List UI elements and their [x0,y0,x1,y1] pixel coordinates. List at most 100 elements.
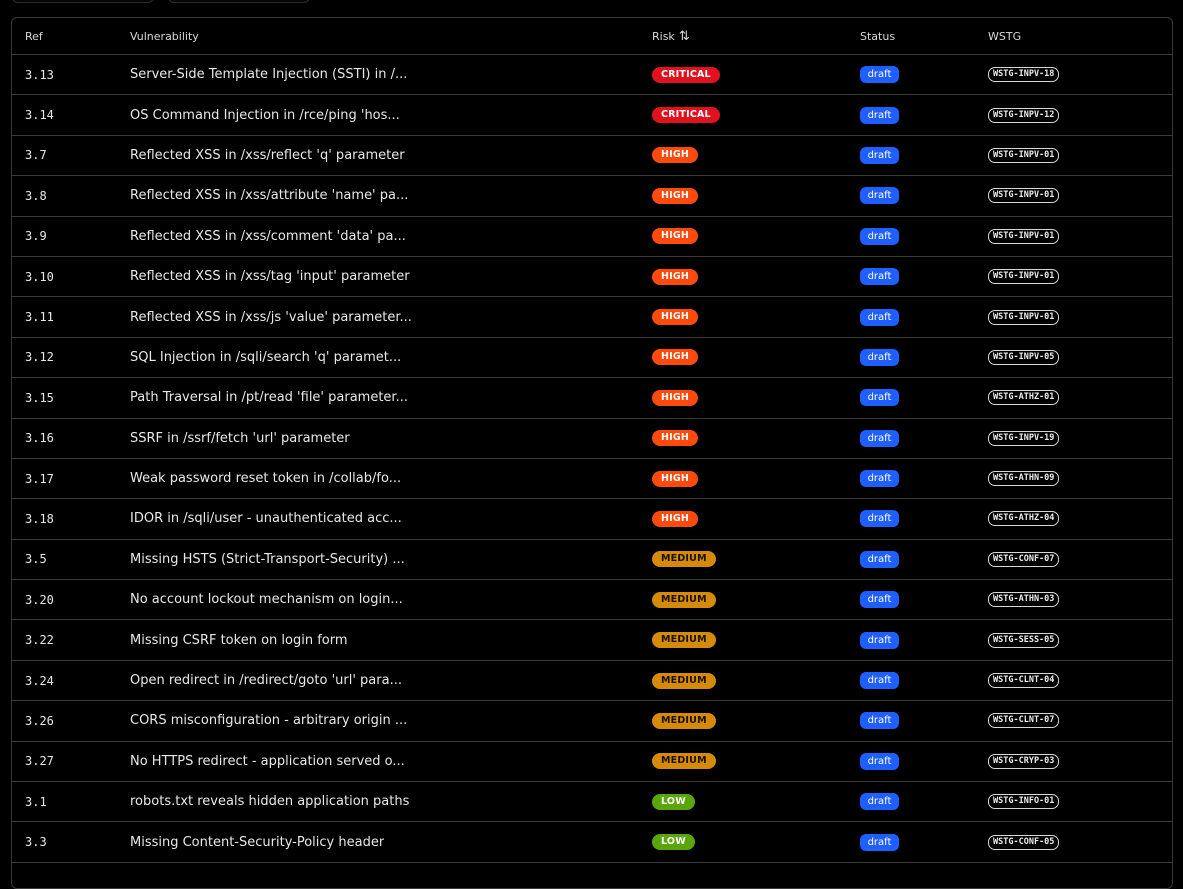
top-toolbar [12,0,310,4]
risk-badge: HIGH [652,268,699,285]
cell-vulnerability: No account lockout mechanism on login... [130,592,403,608]
cell-ref: 3.15 [25,390,54,405]
table-row[interactable]: 3.26 CORS misconfiguration - arbitrary or… [12,701,1172,742]
status-badge: draft [860,833,899,851]
cell-risk: HIGH [652,510,699,527]
table-row[interactable]: 3.7 Reflected XSS in /xss/reflect 'q' par… [12,136,1172,177]
table-row[interactable]: 3.15 Path Traversal in /pt/read 'file' pa… [12,378,1172,419]
cell-wstg: WSTG-INPV-12 [988,107,1060,123]
status-badge: draft [860,348,899,366]
table-row[interactable]: 3.12 SQL Injection in /sqli/search 'q' pa… [12,338,1172,379]
table-row[interactable]: 3.14 OS Command Injection in /rce/ping 'h… [12,95,1172,136]
status-badge: draft [860,550,899,568]
findings-table: Ref Vulnerability Risk ⇅ Status WSTG 3.1… [11,17,1173,889]
risk-badge: MEDIUM [652,712,716,729]
cell-ref: 3.7 [25,148,47,163]
cell-ref: 3.10 [25,269,54,284]
wstg-badge: WSTG-CONF-07 [988,551,1060,567]
status-badge: draft [860,631,899,649]
header-ref[interactable]: Ref [25,30,43,43]
toolbar-control-left[interactable] [12,0,154,3]
wstg-badge: WSTG-INPV-18 [988,67,1060,83]
wstg-badge: WSTG-INPV-01 [988,269,1060,285]
cell-wstg: WSTG-INPV-05 [988,349,1060,365]
table-row[interactable]: 3.9 Reflected XSS in /xss/comment 'data' … [12,217,1172,257]
wstg-badge: WSTG-ATHZ-04 [988,511,1060,527]
table-row[interactable]: 3.18 IDOR in /sqli/user - unauthenticated… [12,499,1172,540]
cell-status: draft [860,429,899,447]
wstg-badge: WSTG-INFO-01 [988,794,1060,810]
table-row[interactable]: 3.13 Server-Side Template Injection (SSTI… [12,55,1172,96]
cell-risk: LOW [652,793,695,810]
wstg-badge: WSTG-ATHZ-01 [988,390,1060,406]
cell-ref: 3.16 [25,431,54,446]
toolbar-control-right[interactable] [168,0,310,3]
risk-badge: MEDIUM [652,672,716,689]
cell-risk: CRITICAL [652,107,720,124]
table-row[interactable]: 3.20 No account lockout mechanism on logi… [12,580,1172,621]
risk-badge: MEDIUM [652,753,716,770]
wstg-badge: WSTG-CONF-05 [988,834,1060,850]
status-badge: draft [860,106,899,124]
wstg-badge: WSTG-INPV-05 [988,349,1060,365]
status-badge: draft [860,712,899,730]
table-row[interactable]: 3.27 No HTTPS redirect - application serv… [12,742,1172,783]
header-vulnerability[interactable]: Vulnerability [130,30,199,43]
cell-status: draft [860,833,899,851]
cell-status: draft [860,389,899,407]
table-row[interactable]: 3.3 Missing Content-Security-Policy heade… [12,822,1172,863]
cell-ref: 3.13 [25,67,54,82]
wstg-badge: WSTG-ATHN-03 [988,592,1060,608]
risk-badge: HIGH [652,430,699,447]
table-row[interactable]: 3.10 Reflected XSS in /xss/tag 'input' pa… [12,257,1172,298]
wstg-badge: WSTG-INPV-19 [988,430,1060,446]
cell-wstg: WSTG-INPV-01 [988,228,1060,244]
wstg-badge: WSTG-INPV-01 [988,147,1060,163]
status-badge: draft [860,429,899,447]
header-wstg[interactable]: WSTG [988,30,1021,43]
cell-wstg: WSTG-INPV-01 [988,309,1060,325]
sort-arrows-icon[interactable]: ⇅ [679,30,690,43]
table-row[interactable]: 3.8 Reflected XSS in /xss/attribute 'name… [12,176,1172,217]
table-row[interactable]: 3.1 robots.txt reveals hidden application… [12,782,1172,823]
table-row[interactable]: 3.17 Weak password reset token in /collab… [12,459,1172,500]
cell-wstg: WSTG-ATHZ-01 [988,390,1060,406]
cell-vulnerability: SSRF in /ssrf/fetch 'url' parameter [130,430,350,446]
header-risk[interactable]: Risk ⇅ [652,30,690,43]
cell-status: draft [860,793,899,811]
status-badge: draft [860,470,899,488]
table-row[interactable]: 3.16 SSRF in /ssrf/fetch 'url' parameter H… [12,419,1172,459]
cell-wstg: WSTG-CLNT-04 [988,673,1060,689]
risk-badge: HIGH [652,309,699,326]
cell-wstg: WSTG-INPV-01 [988,188,1060,204]
cell-wstg: WSTG-ATHN-03 [988,592,1060,608]
cell-wstg: WSTG-ATHZ-04 [988,511,1060,527]
cell-vulnerability: Missing CSRF token on login form [130,632,348,648]
table-row[interactable]: 3.24 Open redirect in /redirect/goto 'url… [12,661,1172,702]
cell-status: draft [860,106,899,124]
cell-vulnerability: Missing HSTS (Strict-Transport-Security)… [130,551,405,567]
wstg-badge: WSTG-CLNT-07 [988,713,1060,729]
risk-badge: HIGH [652,228,699,245]
status-badge: draft [860,793,899,811]
cell-vulnerability: Reflected XSS in /xss/attribute 'name' p… [130,188,409,204]
table-row[interactable]: 3.11 Reflected XSS in /xss/js 'value' par… [12,297,1172,338]
cell-risk: MEDIUM [652,712,716,729]
status-badge: draft [860,146,899,164]
status-badge: draft [860,308,899,326]
cell-vulnerability: OS Command Injection in /rce/ping 'hos..… [130,107,400,123]
table-row[interactable]: 3.22 Missing CSRF token on login form MEDI… [12,620,1172,661]
cell-status: draft [860,470,899,488]
header-status-label: Status [860,29,896,43]
cell-ref: 3.12 [25,350,54,365]
cell-risk: HIGH [652,470,699,487]
cell-risk: CRITICAL [652,66,720,83]
risk-badge: HIGH [652,389,699,406]
wstg-badge: WSTG-INPV-01 [988,188,1060,204]
table-row[interactable]: 3.5 Missing HSTS (Strict-Transport-Securi… [12,540,1172,581]
cell-status: draft [860,510,899,528]
header-status[interactable]: Status [860,30,895,43]
cell-status: draft [860,752,899,770]
cell-status: draft [860,227,899,245]
cell-vulnerability: SQL Injection in /sqli/search 'q' parame… [130,349,402,365]
